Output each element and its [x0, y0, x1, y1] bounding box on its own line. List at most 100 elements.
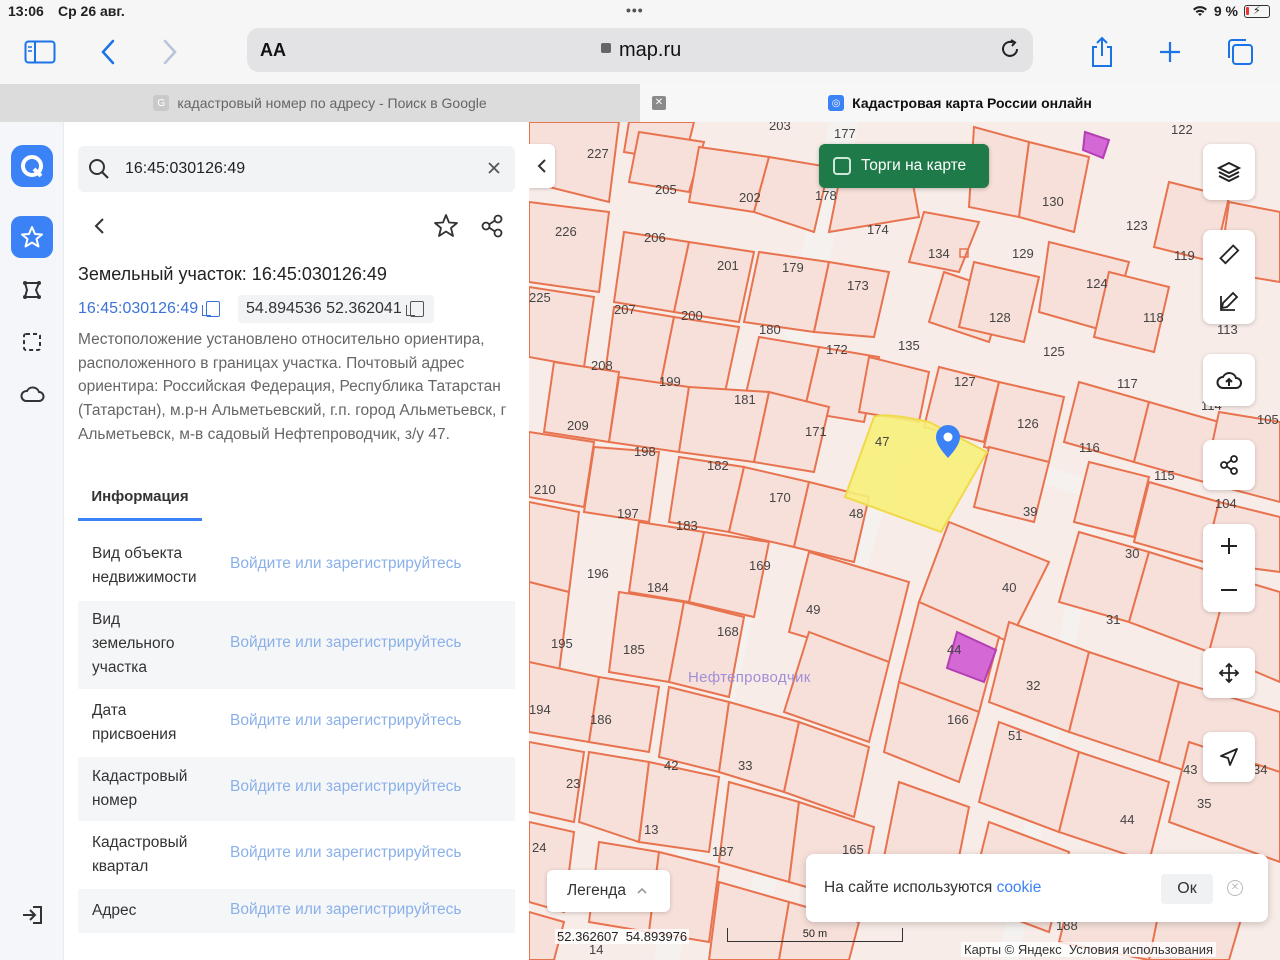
parcel-number-label: 183 — [676, 518, 698, 533]
parcel-number-label: 119 — [1174, 248, 1195, 263]
map-canvas[interactable] — [529, 122, 1280, 960]
measure-tools — [1203, 230, 1255, 324]
cadastral-map[interactable]: 203 177 122 227 205 202 178 174 130 123 226 206 201 1… — [529, 122, 1280, 960]
multitask-dots-icon[interactable]: ••• — [626, 2, 644, 18]
sidebar-toggle-icon[interactable] — [22, 34, 58, 70]
share-object-icon[interactable] — [478, 212, 506, 240]
status-time: 13:06 — [8, 3, 44, 19]
parcel — [687, 530, 771, 619]
draw-polygon-icon[interactable] — [11, 269, 53, 311]
zoom-in-icon[interactable] — [1203, 525, 1255, 567]
parcel-number-label: 23 — [566, 776, 581, 791]
layers-button[interactable] — [1203, 144, 1255, 200]
pan-button[interactable] — [1203, 648, 1255, 698]
parcel-number-label: 227 — [587, 146, 609, 161]
coordinates-chip[interactable]: 54.894536 52.362041 — [238, 295, 434, 323]
parcel-number-label: 168 — [717, 624, 739, 639]
parcel-number-label: 48 — [849, 506, 864, 521]
attribution-maps[interactable]: Карты © Яндекс — [964, 942, 1062, 957]
search-box[interactable]: 16:45:030126:49 — [78, 146, 515, 192]
auctions-checkbox[interactable] — [833, 157, 851, 175]
close-tab-icon[interactable]: ✕ — [652, 96, 666, 110]
parcel-number-label: 200 — [681, 308, 703, 323]
back-icon[interactable] — [90, 34, 126, 70]
parcel-number-label: 194 — [529, 702, 551, 717]
upload-button[interactable] — [1203, 354, 1255, 406]
parcel-number-label: 40 — [1002, 580, 1017, 595]
parcel-number-label: 201 — [717, 258, 739, 273]
parcel — [529, 200, 611, 294]
row-value-login-link[interactable]: Войдите или зарегистрируйтесь — [230, 634, 461, 652]
cloud-upload-icon — [1216, 372, 1242, 389]
left-rail — [0, 122, 64, 960]
tab-cadastral-map[interactable]: ✕ ◎ Кадастровая карта России онлайн — [640, 84, 1280, 122]
row-value-login-link[interactable]: Войдите или зарегистрируйтесь — [230, 778, 461, 796]
tab-title: Кадастровая карта России онлайн — [852, 95, 1092, 111]
geolocate-button[interactable] — [1203, 732, 1255, 782]
new-tab-icon[interactable] — [1152, 34, 1188, 70]
row-value-login-link[interactable]: Войдите или зарегистрируйтесь — [230, 901, 461, 919]
parcel-number-label: 123 — [1126, 218, 1148, 233]
reload-icon[interactable] — [999, 38, 1021, 60]
cloud-icon[interactable] — [11, 373, 53, 415]
parcel-number-label: 171 — [805, 424, 827, 439]
edit-icon[interactable] — [1203, 280, 1255, 322]
select-area-icon[interactable] — [11, 321, 53, 363]
favorite-star-icon[interactable] — [432, 212, 460, 240]
parcel-number-label: 209 — [567, 418, 589, 433]
parcel — [637, 760, 721, 854]
parcel-number-label: 225 — [529, 290, 551, 305]
collapse-panel-button[interactable] — [529, 144, 555, 188]
copy-icon[interactable] — [405, 301, 424, 317]
address-bar[interactable]: AA map.ru — [247, 28, 1033, 72]
parcel-number-label: 13 — [644, 822, 659, 837]
parcel-number-label: 173 — [847, 278, 869, 293]
parcel-number-label: 129 — [1012, 246, 1034, 261]
logout-icon[interactable] — [11, 894, 53, 936]
object-title: Земельный участок: 16:45:030126:49 — [78, 264, 387, 284]
parcel-number-label: 113 — [1217, 322, 1238, 337]
panel-back-icon[interactable] — [86, 212, 114, 240]
cadastral-number-chip[interactable]: 16:45:030126:49 — [78, 295, 221, 323]
parcel-number-label: 179 — [782, 260, 804, 275]
search-icon — [89, 159, 109, 179]
parcel-number-label: 207 — [614, 302, 636, 317]
reader-aa-button[interactable]: AA — [260, 40, 286, 61]
parcel-number-label: 104 — [1215, 496, 1237, 511]
attribution-terms[interactable]: Условия использования — [1069, 942, 1213, 957]
tab-information[interactable]: Информация — [78, 488, 202, 505]
ruler-icon[interactable] — [1203, 233, 1255, 275]
parcel-number-label: 118 — [1143, 310, 1164, 325]
parcel-number-label: 30 — [1125, 546, 1140, 561]
parcel-number-label: 187 — [712, 844, 734, 859]
legend-button[interactable]: Легенда — [547, 870, 670, 912]
cookie-ok-button[interactable]: Ок — [1161, 874, 1213, 904]
app-logo-icon[interactable] — [11, 145, 53, 187]
parcel-number-label: 51 — [1008, 728, 1023, 743]
tab-google-search[interactable]: G кадастровый номер по адресу - Поиск в … — [0, 84, 640, 122]
cookie-close-icon[interactable]: ✕ — [1227, 880, 1243, 896]
street-label: Нефтепроводчик — [688, 669, 811, 686]
search-input[interactable]: 16:45:030126:49 — [125, 160, 245, 178]
legend-label: Легенда — [567, 882, 626, 899]
row-value-login-link[interactable]: Войдите или зарегистрируйтесь — [230, 844, 461, 862]
zoom-out-icon[interactable] — [1203, 569, 1255, 611]
tabs-overview-icon[interactable] — [1222, 34, 1258, 70]
parcel-number-label: 172 — [826, 342, 848, 357]
url-text[interactable]: map.ru — [619, 39, 681, 62]
forward-icon[interactable] — [152, 34, 188, 70]
row-value-login-link[interactable]: Войдите или зарегистрируйтесь — [230, 712, 461, 730]
parcel-number-label: 49 — [806, 602, 821, 617]
cookie-link[interactable]: cookie — [997, 879, 1042, 896]
row-value-login-link[interactable]: Войдите или зарегистрируйтесь — [230, 555, 461, 573]
favorites-icon[interactable] — [11, 216, 53, 258]
clear-search-icon[interactable] — [485, 159, 503, 177]
table-row: Кадастровый квартал Войдите или зарегист… — [78, 823, 515, 887]
map-share-button[interactable] — [1203, 440, 1255, 490]
share-icon[interactable] — [1084, 34, 1120, 70]
coordinates: 54.894536 52.362041 — [246, 300, 402, 317]
parcel-number-label: 126 — [1017, 416, 1039, 431]
copy-icon[interactable] — [202, 301, 221, 317]
auctions-toggle[interactable]: Торги на карте — [819, 144, 989, 188]
parcel-number-label: 134 — [928, 246, 950, 261]
